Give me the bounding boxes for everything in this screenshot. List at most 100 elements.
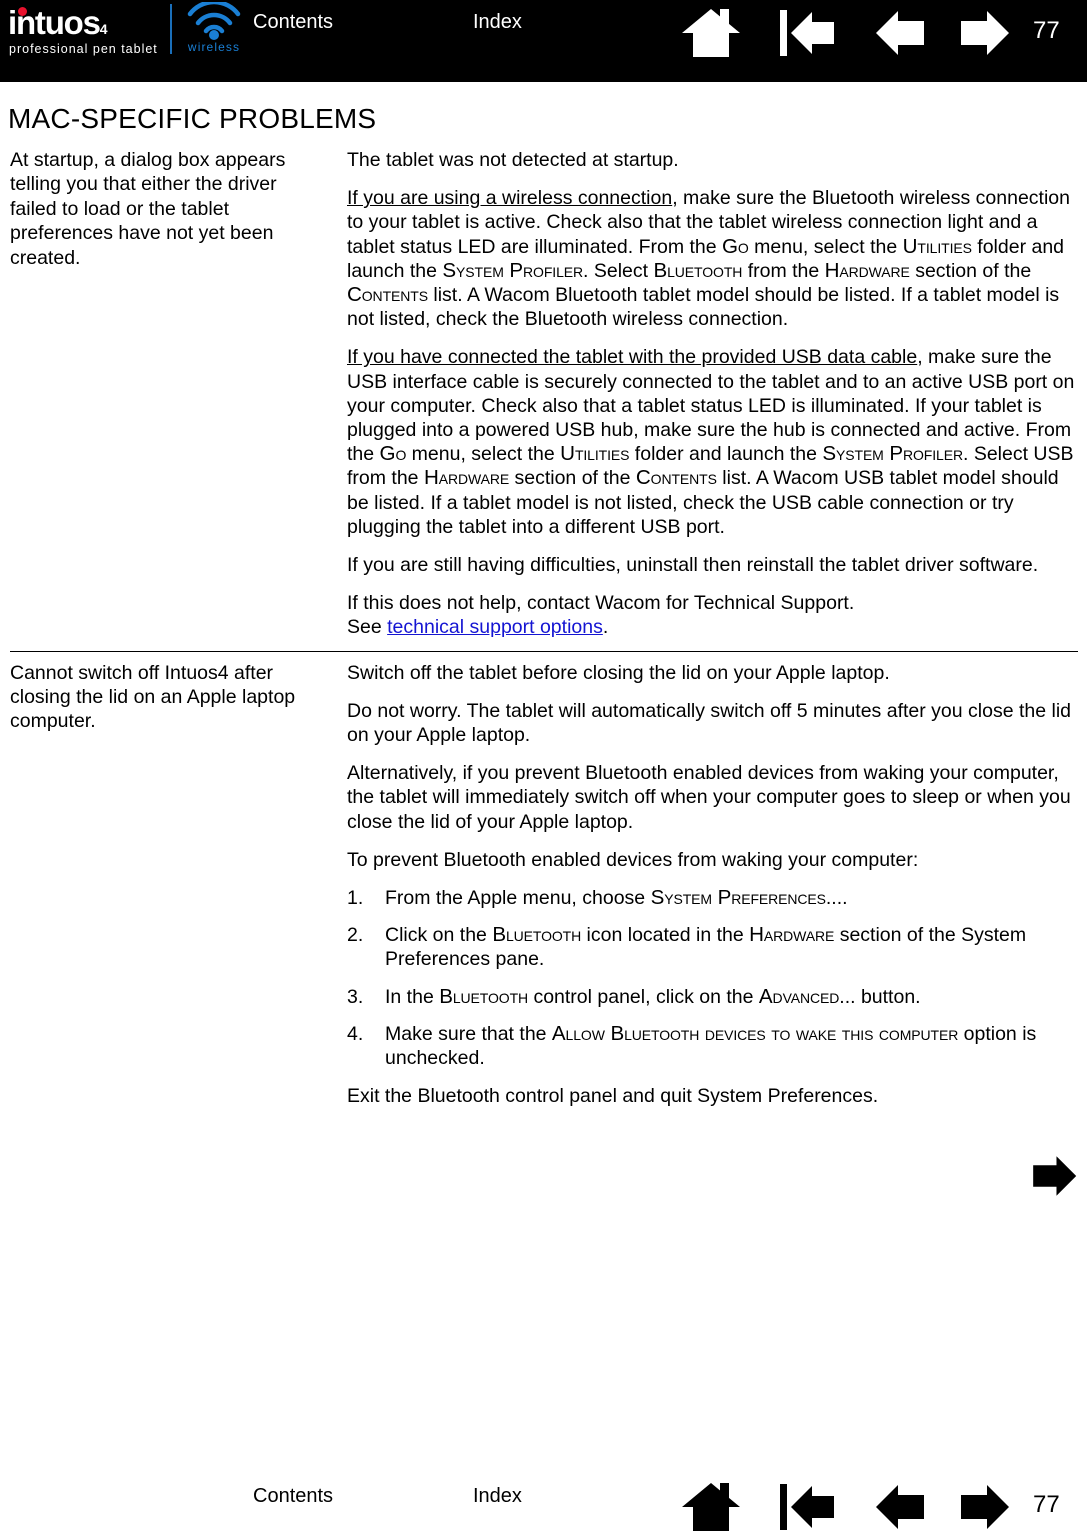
text-run: Switch off the tablet before closing the… xyxy=(347,661,890,684)
text-run: ... button. xyxy=(839,985,921,1008)
list-item: 2. Click on the Bluetooth icon located in… xyxy=(347,923,1078,971)
next-page-icon[interactable] xyxy=(953,1481,1011,1538)
text-run: control panel, click on the xyxy=(528,985,759,1008)
text-run: menu, select the xyxy=(406,443,561,466)
text-run: . Select xyxy=(583,259,654,282)
solution-paragraph: Switch off the tablet before closing the… xyxy=(347,661,1078,685)
smallcaps-term: System Profiler xyxy=(822,442,963,466)
first-page-icon[interactable] xyxy=(778,1481,840,1538)
underlined-phrase: If you have connected the tablet with th… xyxy=(347,346,918,369)
text-run: Do not worry. The tablet will automatica… xyxy=(347,699,1071,747)
step-number: 3. xyxy=(347,985,364,1008)
intuos-logo: intuos4 professional pen tablet xyxy=(8,4,166,57)
smallcaps-term: Hardware xyxy=(749,923,835,947)
list-item: 1. From the Apple menu, choose System Pre… xyxy=(347,886,1078,910)
header-index-link[interactable]: Index xyxy=(473,11,522,34)
problem-cell: At startup, a dialog box appears telling… xyxy=(10,148,340,270)
text-run: icon located in the xyxy=(581,924,750,947)
text-run: section of the xyxy=(909,259,1032,282)
home-icon[interactable] xyxy=(680,1481,742,1538)
numbered-steps-list: 1. From the Apple menu, choose System Pre… xyxy=(347,886,1078,1070)
text-run: menu, select the xyxy=(748,235,903,258)
smallcaps-term: System Profiler xyxy=(442,258,584,282)
troubleshooting-table: At startup, a dialog box appears telling… xyxy=(10,148,1078,1109)
smallcaps-term: Go xyxy=(379,442,407,466)
text-run: The tablet was not detected at startup. xyxy=(347,149,679,171)
problem-text: At startup, a dialog box appears telling… xyxy=(10,149,286,269)
problem-text: Cannot switch off Intuos4 after closing … xyxy=(10,661,296,733)
logo-superscript-4: 4 xyxy=(99,21,108,37)
logo-tagline: professional pen tablet xyxy=(9,42,158,56)
text-run: To prevent Bluetooth enabled devices fro… xyxy=(347,848,919,871)
step-number: 4. xyxy=(347,1022,364,1045)
smallcaps-term: Go xyxy=(722,234,749,258)
solution-paragraph: If you are still having difficulties, un… xyxy=(347,553,1078,577)
footer-bar: Contents Index 77 xyxy=(0,1475,1087,1531)
smallcaps-term: Bluetooth xyxy=(439,984,529,1008)
text-run: See xyxy=(347,616,388,639)
smallcaps-term: Utilities xyxy=(560,442,630,466)
list-item: 4. Make sure that the Allow Bluetooth dev… xyxy=(347,1022,1078,1070)
text-run: If you are still having difficulties, un… xyxy=(347,554,1039,577)
page-title: MAC-SPECIFIC PROBLEMS xyxy=(8,103,377,134)
smallcaps-term: Contents xyxy=(347,283,428,307)
header-page-number: 77 xyxy=(1033,17,1060,44)
technical-support-options-link[interactable]: technical support options xyxy=(387,616,603,638)
wifi-icon xyxy=(187,0,241,40)
solution-paragraph: Alternatively, if you prevent Bluetooth … xyxy=(347,761,1078,834)
logo-word-text: intuos xyxy=(8,4,101,41)
text-run: .... xyxy=(825,887,848,910)
step-number: 2. xyxy=(347,924,364,947)
underlined-phrase: If you are using a wireless connection xyxy=(347,187,673,210)
home-icon[interactable] xyxy=(680,7,742,64)
solution-paragraph: Do not worry. The tablet will automatica… xyxy=(347,699,1078,747)
smallcaps-term: Bluetooth xyxy=(653,258,743,282)
smallcaps-term: Utilities xyxy=(902,234,972,258)
footer-index-link[interactable]: Index xyxy=(473,1485,522,1508)
text-run: Make sure that the xyxy=(385,1022,552,1045)
smallcaps-term: Hardware xyxy=(423,466,510,490)
next-page-icon[interactable] xyxy=(1026,1152,1078,1205)
table-row: At startup, a dialog box appears telling… xyxy=(10,148,1078,651)
list-item: 3. In the Bluetooth control panel, click … xyxy=(347,985,1078,1009)
text-run: folder and launch the xyxy=(629,443,823,466)
smallcaps-term: Contents xyxy=(635,466,717,490)
text-run: If this does not help, contact Wacom for… xyxy=(347,592,855,615)
text-run: section of the xyxy=(509,467,636,490)
logo-wordmark: intuos4 xyxy=(8,6,108,46)
text-run: list. A Wacom Bluetooth tablet model sho… xyxy=(347,284,1060,331)
smallcaps-term: Advanced xyxy=(758,984,840,1008)
solution-paragraph: The tablet was not detected at startup. xyxy=(347,148,1078,172)
text-run: Click on the xyxy=(385,924,493,947)
wireless-label: wireless xyxy=(187,40,241,54)
footer-contents-link[interactable]: Contents xyxy=(253,1485,333,1508)
text-run: Alternatively, if you prevent Bluetooth … xyxy=(347,762,1071,833)
text-run: From the Apple menu, choose xyxy=(385,887,651,910)
smallcaps-term: Hardware xyxy=(824,258,910,282)
smallcaps-term: Allow Bluetooth devices to wake this com… xyxy=(551,1021,959,1045)
solution-cell: Switch off the tablet before closing the… xyxy=(340,661,1078,1109)
text-run: . xyxy=(602,616,609,639)
next-page-icon[interactable] xyxy=(953,7,1011,64)
header-contents-link[interactable]: Contents xyxy=(253,11,333,34)
smallcaps-term: System Preferences xyxy=(650,886,826,910)
solution-paragraph: To prevent Bluetooth enabled devices fro… xyxy=(347,848,1078,872)
header-divider xyxy=(170,4,172,54)
text-run: In the xyxy=(385,985,440,1008)
solution-paragraph: If this does not help, contact Wacom for… xyxy=(347,591,1078,639)
table-row: Cannot switch off Intuos4 after closing … xyxy=(10,650,1078,1109)
wireless-logo: wireless xyxy=(180,0,248,56)
text-run: from the xyxy=(742,259,825,282)
first-page-icon[interactable] xyxy=(778,7,840,64)
solution-paragraph: Exit the Bluetooth control panel and qui… xyxy=(347,1084,1078,1108)
smallcaps-term: Bluetooth xyxy=(492,923,582,947)
previous-page-icon[interactable] xyxy=(874,1481,932,1538)
solution-paragraph: If you have connected the tablet with th… xyxy=(347,345,1078,539)
header-bar: intuos4 professional pen tablet wireless… xyxy=(0,0,1087,82)
solution-cell: The tablet was not detected at startup. … xyxy=(340,148,1078,640)
step-number: 1. xyxy=(347,887,364,910)
solution-paragraph: If you are using a wireless connection, … xyxy=(347,186,1078,331)
previous-page-icon[interactable] xyxy=(874,7,932,64)
footer-page-number: 77 xyxy=(1033,1491,1060,1518)
problem-cell: Cannot switch off Intuos4 after closing … xyxy=(10,661,340,734)
